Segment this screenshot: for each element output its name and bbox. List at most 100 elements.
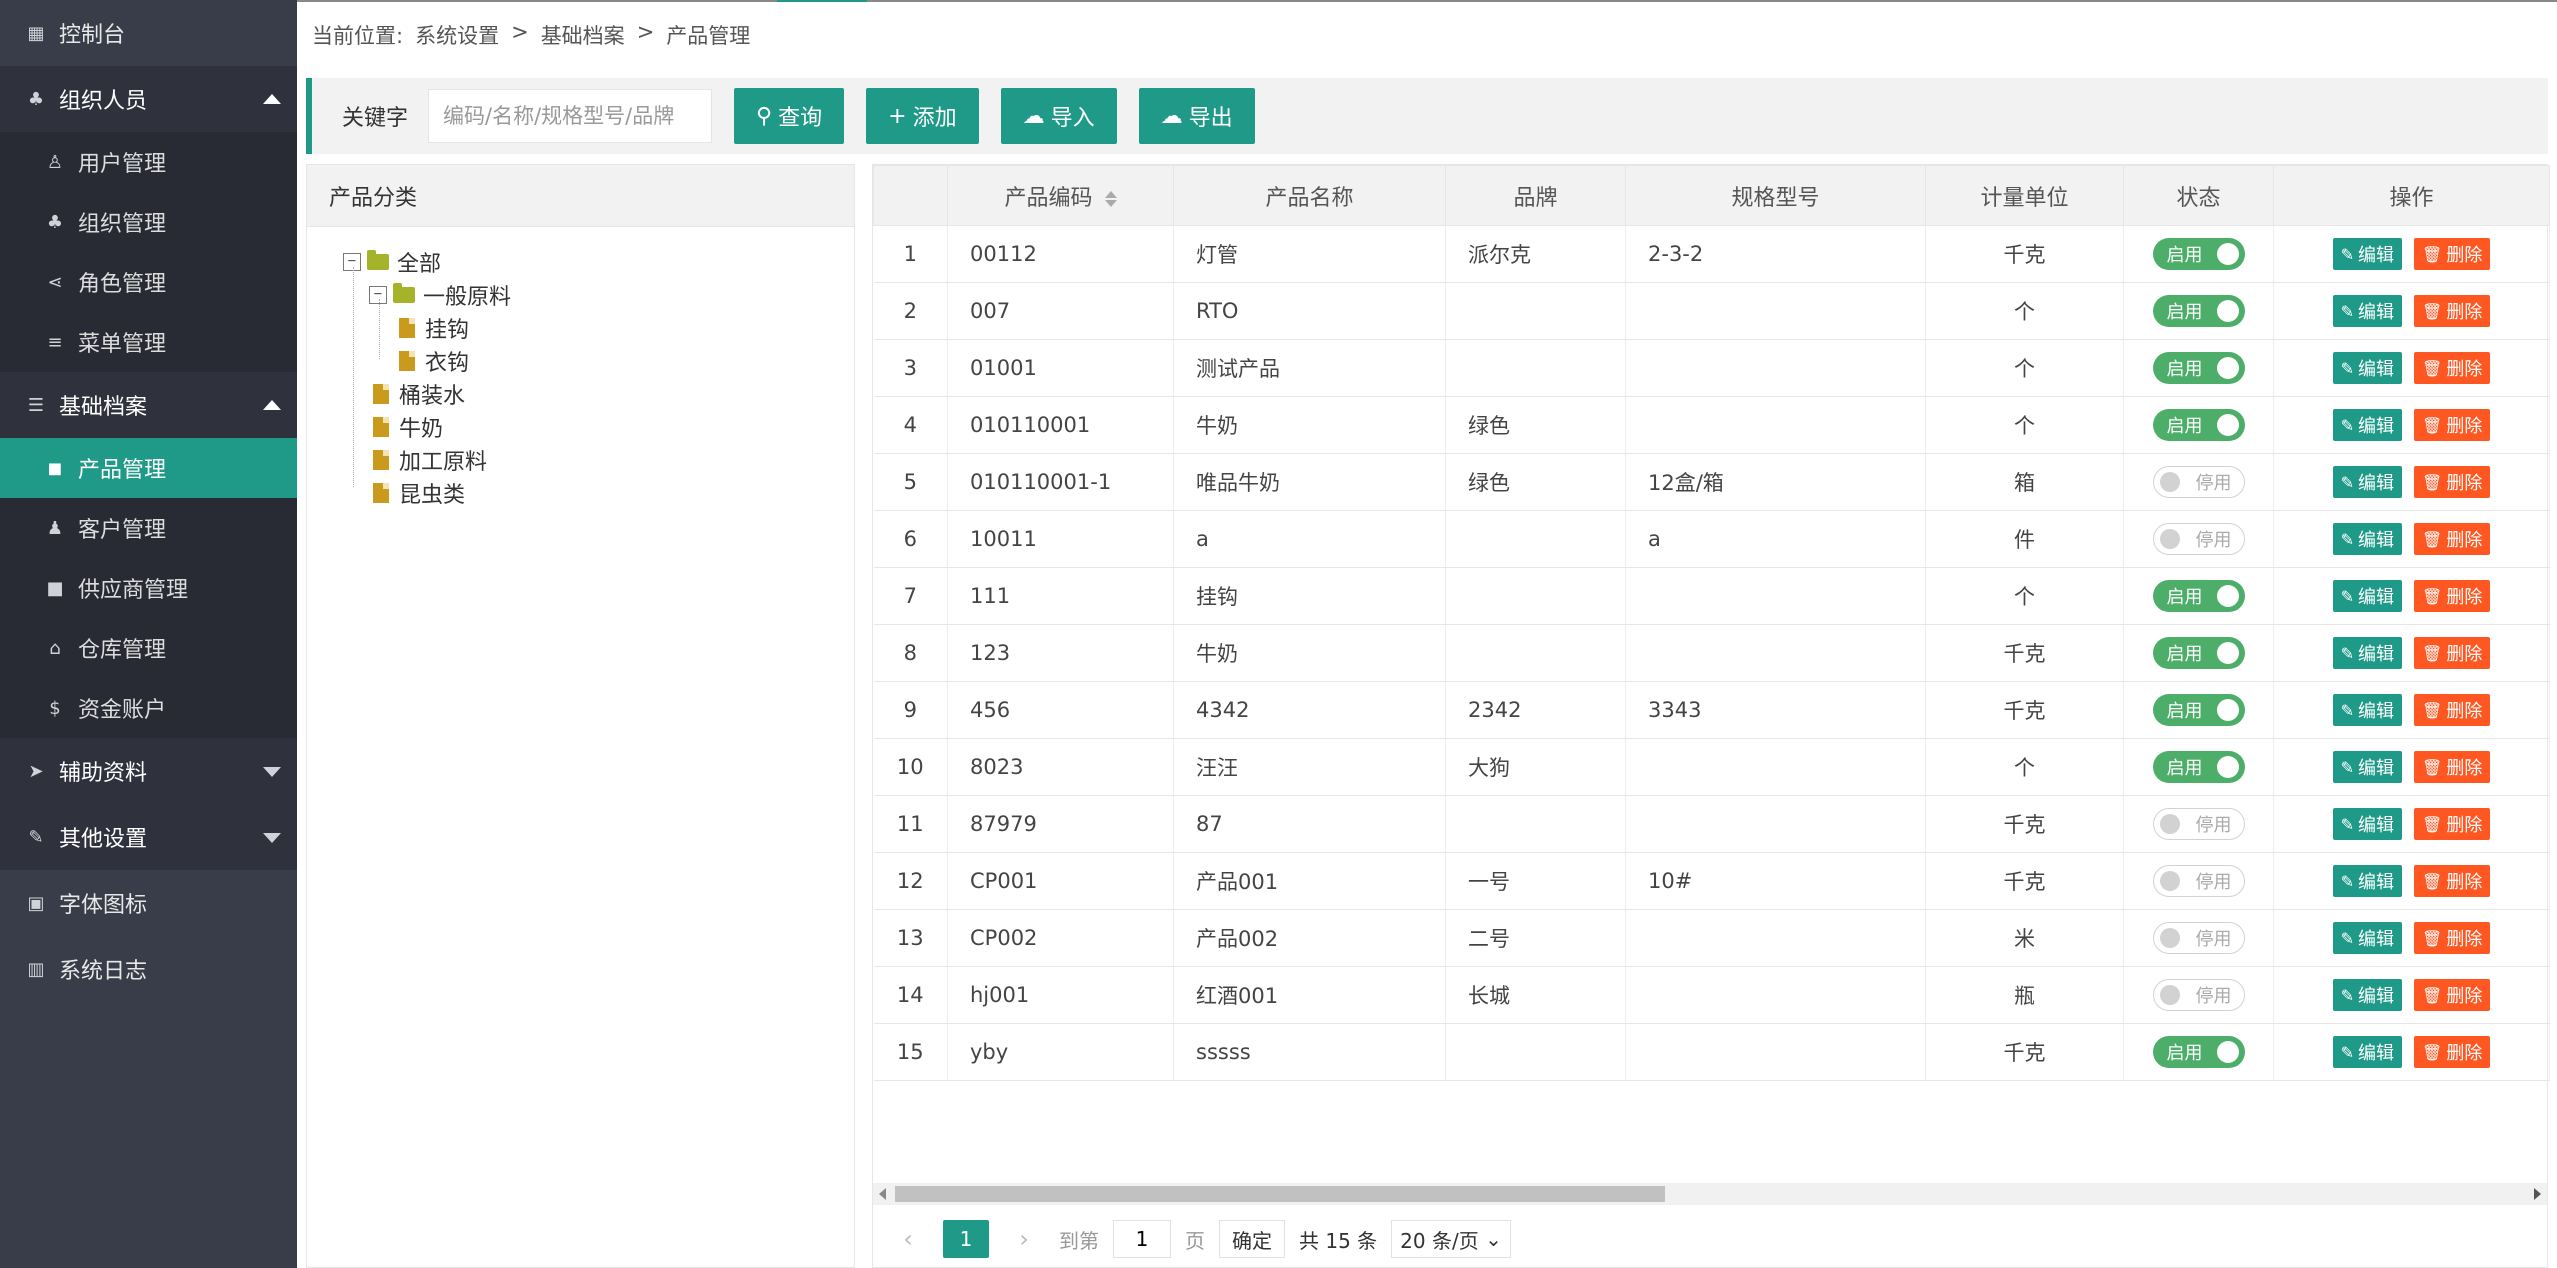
edit-button[interactable]: ✎ 编辑: [2332, 694, 2403, 726]
tree-node[interactable]: 牛奶: [373, 412, 443, 442]
delete-button[interactable]: 🗑 删除: [2414, 751, 2491, 783]
collapse-icon[interactable]: −: [343, 253, 361, 271]
page-size-select[interactable]: 20 条/页 ⌄: [1391, 1220, 1511, 1258]
keyword-input[interactable]: [428, 89, 713, 143]
delete-button[interactable]: 🗑 删除: [2414, 1036, 2491, 1068]
table-row[interactable]: 13 CP002 产品002 二号 米停用 ✎ 编辑 🗑 删除: [873, 909, 2550, 967]
sidebar-item-3[interactable]: ♣ 组织管理: [0, 192, 297, 252]
sidebar-item-8[interactable]: ♟ 客户管理: [0, 498, 297, 558]
goto-page-input[interactable]: [1113, 1220, 1171, 1258]
delete-button[interactable]: 🗑 删除: [2414, 979, 2491, 1011]
edit-button[interactable]: ✎ 编辑: [2332, 466, 2403, 498]
delete-button[interactable]: 🗑 删除: [2414, 694, 2491, 726]
sidebar-item-6[interactable]: ☰ 基础档案: [0, 372, 297, 438]
horizontal-scrollbar[interactable]: [873, 1183, 2547, 1205]
query-button[interactable]: ⚲ 查询: [734, 88, 845, 144]
sidebar-item-10[interactable]: ⌂ 仓库管理: [0, 618, 297, 678]
delete-button[interactable]: 🗑 删除: [2414, 637, 2491, 669]
current-page[interactable]: 1: [943, 1220, 989, 1258]
table-row[interactable]: 12 CP001 产品001 一号 10# 千克 停用 ✎ 编辑 🗑 删除: [873, 852, 2550, 910]
status-toggle[interactable]: 启用: [2152, 1036, 2245, 1068]
scrollbar-thumb[interactable]: [895, 1186, 1665, 1202]
tree-node[interactable]: 衣钩: [399, 346, 469, 376]
status-toggle[interactable]: 启用: [2152, 580, 2245, 612]
next-page-icon[interactable]: ›: [1009, 1225, 1039, 1253]
table-row[interactable]: 10 8023 汪汪 大狗 个启用 ✎ 编辑 🗑 删除: [873, 738, 2550, 796]
edit-button[interactable]: ✎ 编辑: [2332, 808, 2403, 840]
import-button[interactable]: ☁ 导入: [1000, 88, 1117, 144]
sidebar-item-9[interactable]: ■ 供应商管理: [0, 558, 297, 618]
status-toggle[interactable]: 停用: [2152, 523, 2245, 555]
confirm-page-button[interactable]: 确定: [1219, 1220, 1285, 1258]
table-row[interactable]: 14 hj001 红酒001 长城 瓶停用 ✎ 编辑 🗑 删除: [873, 966, 2550, 1024]
status-toggle[interactable]: 启用: [2152, 352, 2245, 384]
status-toggle[interactable]: 启用: [2152, 409, 2245, 441]
status-toggle[interactable]: 停用: [2152, 922, 2245, 954]
add-button[interactable]: + 添加: [866, 88, 979, 144]
table-row[interactable]: 11 87979 87 千克 停用 ✎ 编辑 🗑 删除: [873, 795, 2550, 853]
sidebar-item-15[interactable]: ▥ 系统日志: [0, 936, 297, 1002]
delete-button[interactable]: 🗑 删除: [2414, 466, 2491, 498]
breadcrumb-item-basic[interactable]: 基础档案: [541, 20, 625, 50]
tree-node[interactable]: 加工原料: [373, 445, 487, 475]
status-toggle[interactable]: 停用: [2152, 466, 2245, 498]
delete-button[interactable]: 🗑 删除: [2414, 580, 2491, 612]
edit-button[interactable]: ✎ 编辑: [2332, 1036, 2403, 1068]
breadcrumb-item-system[interactable]: 系统设置: [415, 20, 499, 50]
delete-button[interactable]: 🗑 删除: [2414, 238, 2491, 270]
header-code[interactable]: 产品编码: [947, 165, 1174, 226]
edit-button[interactable]: ✎ 编辑: [2332, 352, 2403, 384]
delete-button[interactable]: 🗑 删除: [2414, 808, 2491, 840]
status-toggle[interactable]: 启用: [2152, 751, 2245, 783]
status-toggle[interactable]: 启用: [2152, 238, 2245, 270]
delete-button[interactable]: 🗑 删除: [2414, 409, 2491, 441]
edit-button[interactable]: ✎ 编辑: [2332, 751, 2403, 783]
sort-icon[interactable]: [1104, 190, 1117, 207]
table-row[interactable]: 2 007 RTO 个启用 ✎ 编辑 🗑 删除: [873, 282, 2550, 340]
collapse-icon[interactable]: −: [369, 286, 387, 304]
delete-button[interactable]: 🗑 删除: [2414, 922, 2491, 954]
status-toggle[interactable]: 停用: [2152, 808, 2245, 840]
tree-node[interactable]: 挂钩: [399, 313, 469, 343]
table-row[interactable]: 3 01001 测试产品 个启用 ✎ 编辑 🗑 删除: [873, 339, 2550, 397]
edit-button[interactable]: ✎ 编辑: [2332, 238, 2403, 270]
table-row[interactable]: 6 10011 a a 件停用 ✎ 编辑 🗑 删除: [873, 510, 2550, 568]
sidebar-item-12[interactable]: ➤ 辅助资料: [0, 738, 297, 804]
delete-button[interactable]: 🗑 删除: [2414, 865, 2491, 897]
scroll-right-icon[interactable]: [2534, 1188, 2541, 1200]
edit-button[interactable]: ✎ 编辑: [2332, 523, 2403, 555]
scroll-left-icon[interactable]: [879, 1188, 886, 1200]
table-row[interactable]: 8 123 牛奶 千克 启用 ✎ 编辑 🗑 删除: [873, 624, 2550, 682]
edit-button[interactable]: ✎ 编辑: [2332, 865, 2403, 897]
status-toggle[interactable]: 启用: [2152, 694, 2245, 726]
status-toggle[interactable]: 启用: [2152, 637, 2245, 669]
status-toggle[interactable]: 停用: [2152, 979, 2245, 1011]
status-toggle[interactable]: 停用: [2152, 865, 2245, 897]
sidebar-item-5[interactable]: ≡ 菜单管理: [0, 312, 297, 372]
prev-page-icon[interactable]: ‹: [893, 1225, 923, 1253]
sidebar-item-4[interactable]: ⋖ 角色管理: [0, 252, 297, 312]
tree-node[interactable]: − 一般原料: [369, 280, 511, 310]
sidebar-item-13[interactable]: ✎ 其他设置: [0, 804, 297, 870]
tree-node[interactable]: 昆虫类: [373, 478, 465, 508]
sidebar-item-7[interactable]: ◼ 产品管理: [0, 438, 297, 498]
delete-button[interactable]: 🗑 删除: [2414, 295, 2491, 327]
sidebar-item-14[interactable]: ▣ 字体图标: [0, 870, 297, 936]
delete-button[interactable]: 🗑 删除: [2414, 352, 2491, 384]
edit-button[interactable]: ✎ 编辑: [2332, 922, 2403, 954]
sidebar-item-0[interactable]: ▦ 控制台: [0, 0, 297, 66]
status-toggle[interactable]: 启用: [2152, 295, 2245, 327]
delete-button[interactable]: 🗑 删除: [2414, 523, 2491, 555]
table-row[interactable]: 7 111 挂钩 个启用 ✎ 编辑 🗑 删除: [873, 567, 2550, 625]
tree-node[interactable]: − 全部: [343, 247, 441, 277]
edit-button[interactable]: ✎ 编辑: [2332, 979, 2403, 1011]
edit-button[interactable]: ✎ 编辑: [2332, 637, 2403, 669]
table-row[interactable]: 15 yby sssss 千克 启用 ✎ 编辑 🗑 删除: [873, 1023, 2550, 1081]
sidebar-item-11[interactable]: $ 资金账户: [0, 678, 297, 738]
tree-node[interactable]: 桶装水: [373, 379, 465, 409]
edit-button[interactable]: ✎ 编辑: [2332, 580, 2403, 612]
table-row[interactable]: 9 456 4342 2342 3343 千克 启用 ✎ 编辑 🗑 删除: [873, 681, 2550, 739]
table-row[interactable]: 1 00112 灯管 派尔克 2-3-2 千克 启用 ✎ 编辑 🗑 删除: [873, 225, 2550, 283]
table-row[interactable]: 5 010110001-1 唯品牛奶 绿色 12盒/箱箱停用 ✎ 编辑 🗑 删除: [873, 453, 2550, 511]
edit-button[interactable]: ✎ 编辑: [2332, 295, 2403, 327]
